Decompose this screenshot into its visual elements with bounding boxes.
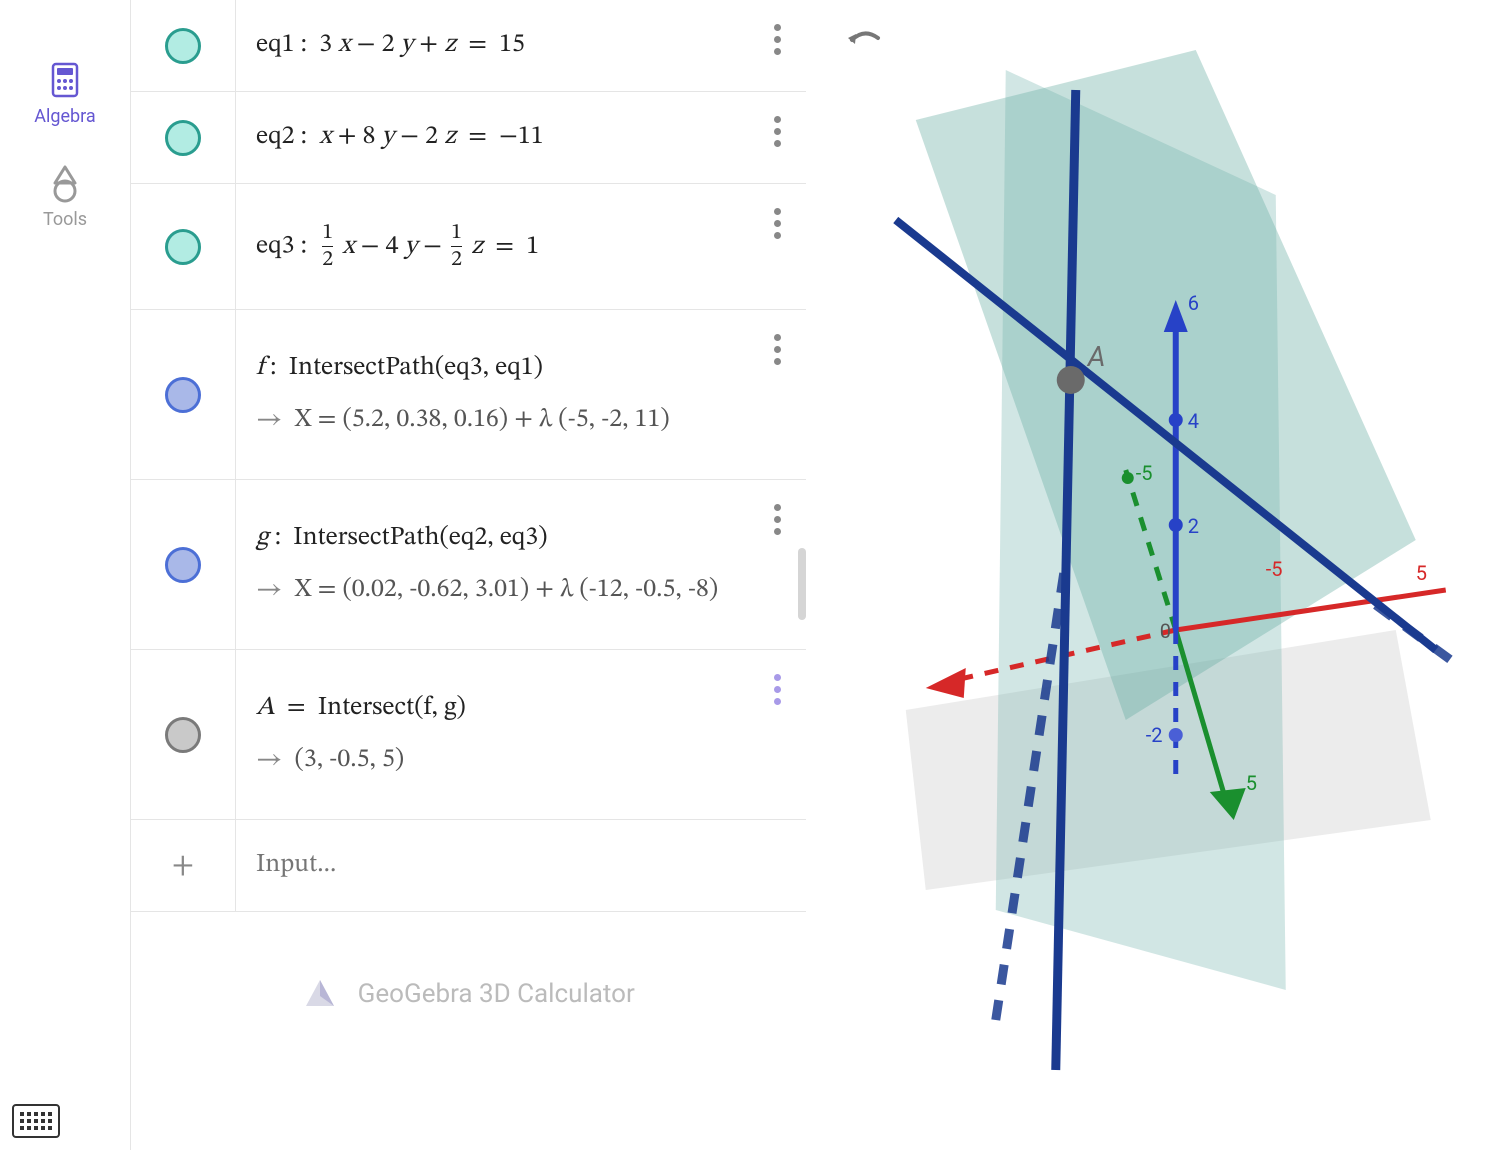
undo-button[interactable] (846, 24, 884, 58)
svg-text:-2: -2 (1145, 723, 1162, 747)
scene-3d: -5 5 -5 5 6 4 2 -2 0 A (816, 0, 1490, 1150)
svg-text:-5: -5 (1135, 461, 1152, 485)
svg-text:5: 5 (1245, 771, 1256, 795)
geogebra-logo-icon (302, 976, 338, 1012)
arrowhead-x (925, 668, 965, 698)
plane-teal-2 (995, 70, 1285, 990)
marble-icon (165, 120, 201, 156)
footer: GeoGebra 3D Calculator (131, 942, 806, 1046)
more-menu-A[interactable] (774, 674, 781, 705)
row-g[interactable]: g : IntersectPath(eq2, eq3) → X = (0.02,… (131, 480, 806, 650)
svg-text:4: 4 (1187, 409, 1198, 433)
visibility-toggle-g[interactable] (131, 480, 236, 649)
nav-tools-label: Tools (43, 209, 87, 230)
point-A-label: A (1085, 340, 1105, 373)
more-menu-f[interactable] (774, 334, 781, 365)
row-A[interactable]: A = Intersect(f, g) → (3, -0.5, 5) (131, 650, 806, 820)
calculator-icon (45, 60, 85, 100)
row-eq1[interactable]: eq1 : 3 x − 2 y + z = 15 (131, 0, 806, 92)
visibility-toggle-A[interactable] (131, 650, 236, 819)
expr-A: A = Intersect(f, g) → (3, -0.5, 5) (236, 650, 750, 819)
tools-icon (45, 163, 85, 203)
nav-algebra-label: Algebra (34, 106, 95, 127)
visibility-toggle-eq2[interactable] (131, 92, 236, 183)
marble-icon (165, 28, 201, 64)
expr-f: f : IntersectPath(eq3, eq1) → X = (5.2, … (236, 310, 750, 479)
more-menu-g[interactable] (774, 504, 781, 535)
plus-icon: + (172, 844, 193, 888)
expr-g: g : IntersectPath(eq2, eq3) → X = (0.02,… (236, 480, 750, 649)
output-arrow-icon: → (256, 403, 283, 438)
marble-icon (165, 717, 201, 753)
nav-algebra[interactable]: Algebra (34, 60, 95, 127)
svg-text:0: 0 (1159, 619, 1170, 643)
nav-tools[interactable]: Tools (43, 163, 87, 230)
scrollbar-handle[interactable] (798, 548, 806, 620)
row-eq2[interactable]: eq2 : x + 8 y − 2 z = −11 (131, 92, 806, 184)
expr-eq2: eq2 : x + 8 y − 2 z = −11 (236, 92, 750, 183)
expr-eq1: eq1 : 3 x − 2 y + z = 15 (236, 0, 750, 91)
input-row[interactable]: + (131, 820, 806, 912)
svg-text:5: 5 (1415, 561, 1426, 585)
output-arrow-icon: → (256, 743, 283, 778)
svg-text:2: 2 (1187, 514, 1198, 538)
undo-icon (846, 24, 884, 54)
row-eq3[interactable]: eq3 : 12 x − 4 y − 12 z = 1 (131, 184, 806, 310)
svg-text:6: 6 (1187, 291, 1198, 315)
input-field[interactable] (256, 849, 730, 882)
footer-text: GeoGebra 3D Calculator (358, 979, 635, 1009)
keyboard-button[interactable] (12, 1104, 60, 1138)
more-menu-eq3[interactable] (774, 208, 781, 239)
point-A[interactable] (1056, 366, 1084, 394)
row-f[interactable]: f : IntersectPath(eq3, eq1) → X = (5.2, … (131, 310, 806, 480)
expr-eq3: eq3 : 12 x − 4 y − 12 z = 1 (236, 184, 750, 309)
left-nav: Algebra Tools (0, 0, 130, 1150)
visibility-toggle-eq3[interactable] (131, 184, 236, 309)
svg-text:-5: -5 (1265, 557, 1282, 581)
visibility-toggle-eq1[interactable] (131, 0, 236, 91)
marble-icon (165, 377, 201, 413)
algebra-panel: eq1 : 3 x − 2 y + z = 15 eq2 : x + 8 y −… (130, 0, 816, 1150)
output-arrow-icon: → (256, 573, 283, 608)
marble-icon (165, 229, 201, 265)
more-menu-eq1[interactable] (774, 24, 781, 55)
graphics-view-3d[interactable]: -5 5 -5 5 6 4 2 -2 0 A (816, 0, 1490, 1150)
visibility-toggle-f[interactable] (131, 310, 236, 479)
add-row[interactable]: + (131, 820, 236, 911)
keyboard-icon (20, 1112, 52, 1130)
more-menu-eq2[interactable] (774, 116, 781, 147)
marble-icon (165, 547, 201, 583)
